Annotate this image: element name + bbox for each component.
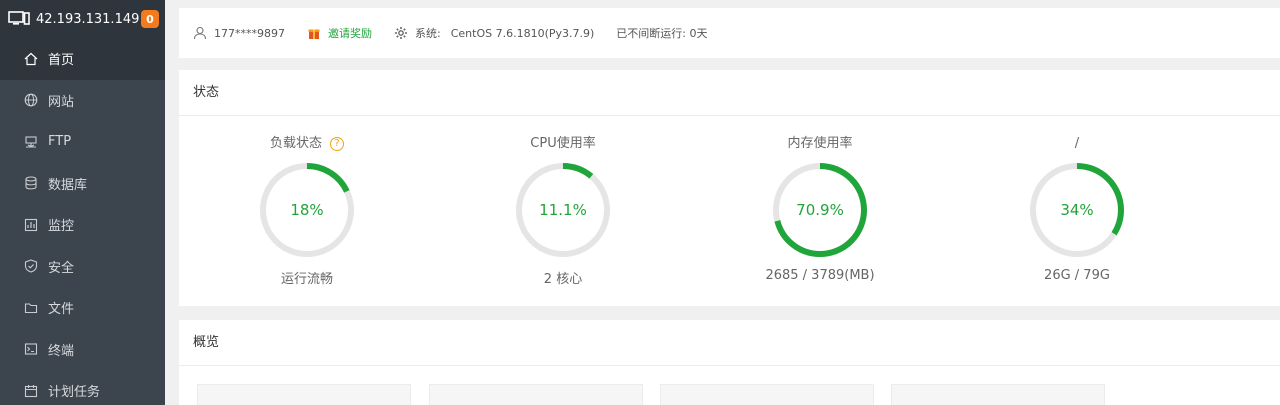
cpu-gauge: CPU使用率 11.1% 2 核心 (473, 132, 653, 287)
system-info: 系统: CentOS 7.6.1810(Py3.7.9) (394, 25, 594, 41)
sidebar-item-label: 文件 (48, 302, 75, 318)
gauge-ring[interactable]: 34% (1027, 160, 1127, 260)
terminal-icon (24, 342, 38, 356)
load-gauge: 负载状态 ? 18% 运行流畅 (217, 132, 397, 287)
gauge-subtext: 26G / 79G (1044, 268, 1110, 283)
info-bar: 177****9897 邀请奖励 系统: CentOS 7.6.1810(Py3… (179, 8, 1280, 58)
monitor-icon (8, 11, 30, 25)
sidebar-item-home[interactable]: 首页 (0, 38, 165, 80)
overview-card[interactable] (660, 384, 874, 405)
shield-icon (24, 259, 38, 273)
status-title: 状态 (179, 70, 1280, 116)
gauge-title-text: 负载状态 (269, 136, 322, 151)
status-panel: 状态 负载状态 ? 18% 运行流畅 CPU使用率 11.1% 2 核心 内存使… (179, 70, 1280, 306)
overview-panel: 概览 (179, 320, 1280, 405)
system-value: CentOS 7.6.1810(Py3.7.9) (450, 26, 595, 40)
gauge-subtext: 运行流畅 (280, 272, 333, 287)
overview-card[interactable] (429, 384, 643, 405)
overview-card[interactable] (891, 384, 1105, 405)
server-header: 42.193.131.149 0 (0, 0, 165, 38)
gauge-ring[interactable]: 11.1% (513, 160, 613, 260)
gauge-value: 70.9% (796, 201, 844, 219)
ftp-icon (24, 135, 38, 149)
gauge-title: CPU使用率 (530, 136, 596, 151)
gauge-value: 34% (1060, 201, 1094, 219)
sidebar-item-label: 监控 (48, 219, 75, 235)
server-ip: 42.193.131.149 (36, 11, 140, 27)
sidebar-item-cron[interactable]: 计划任务 (0, 370, 165, 405)
uptime-text: 已不间断运行: 0天 (616, 27, 708, 40)
user-info[interactable]: 177****9897 (193, 26, 285, 40)
sidebar-item-label: 安全 (48, 260, 75, 276)
sidebar-item-database[interactable]: 数据库 (0, 163, 165, 205)
sidebar-item-security[interactable]: 安全 (0, 246, 165, 288)
sidebar-item-files[interactable]: 文件 (0, 287, 165, 329)
sidebar-item-label: FTP (48, 134, 72, 150)
calendar-icon (24, 384, 38, 398)
sidebar-item-ftp[interactable]: FTP (0, 121, 165, 163)
help-icon[interactable]: ? (330, 137, 344, 151)
invite-label: 邀请奖励 (328, 27, 372, 40)
gauge-ring[interactable]: 70.9% (770, 160, 870, 260)
gauge-title: / (1074, 136, 1080, 151)
notification-badge[interactable]: 0 (141, 10, 159, 28)
sidebar-item-website[interactable]: 网站 (0, 80, 165, 122)
gauge-value: 18% (290, 201, 324, 219)
user-phone: 177****9897 (214, 26, 285, 40)
gauge-subtext: 2 核心 (543, 272, 583, 287)
gear-icon (395, 27, 407, 39)
sidebar-item-label: 网站 (48, 94, 75, 110)
monitor-chart-icon (24, 218, 38, 232)
gauge-title: 内存使用率 (787, 136, 853, 151)
uptime-info: 已不间断运行: 0天 (616, 25, 707, 41)
home-icon (24, 52, 38, 66)
sidebar-item-label: 数据库 (48, 177, 88, 193)
gauge-subtext: 2685 / 3789(MB) (765, 268, 875, 283)
sidebar-item-monitor[interactable]: 监控 (0, 204, 165, 246)
gauge-value: 11.1% (539, 201, 587, 219)
gauge-ring[interactable]: 18% (257, 160, 357, 260)
sidebar-item-label: 首页 (48, 53, 75, 69)
gift-icon (308, 29, 320, 39)
invite-link[interactable]: 邀请奖励 (307, 25, 372, 41)
folder-icon (24, 301, 38, 315)
overview-card[interactable] (197, 384, 411, 405)
sidebar: 42.193.131.149 0 首页 网站 FTP 数据库 监控 安全 文件 … (0, 0, 165, 405)
globe-icon (24, 93, 38, 107)
database-icon (24, 176, 38, 190)
system-label: 系统: (415, 27, 441, 40)
sidebar-item-label: 终端 (48, 343, 75, 359)
gauge-title: 负载状态 ? (270, 132, 344, 156)
sidebar-item-terminal[interactable]: 终端 (0, 329, 165, 371)
main-content: 177****9897 邀请奖励 系统: CentOS 7.6.1810(Py3… (165, 0, 1280, 405)
overview-title: 概览 (179, 320, 1280, 366)
user-icon (193, 26, 207, 40)
sidebar-item-label: 计划任务 (48, 385, 101, 401)
disk-gauge: / 34% 26G / 79G (987, 132, 1167, 283)
memory-gauge: 内存使用率 70.9% 2685 / 3789(MB) (730, 132, 910, 283)
